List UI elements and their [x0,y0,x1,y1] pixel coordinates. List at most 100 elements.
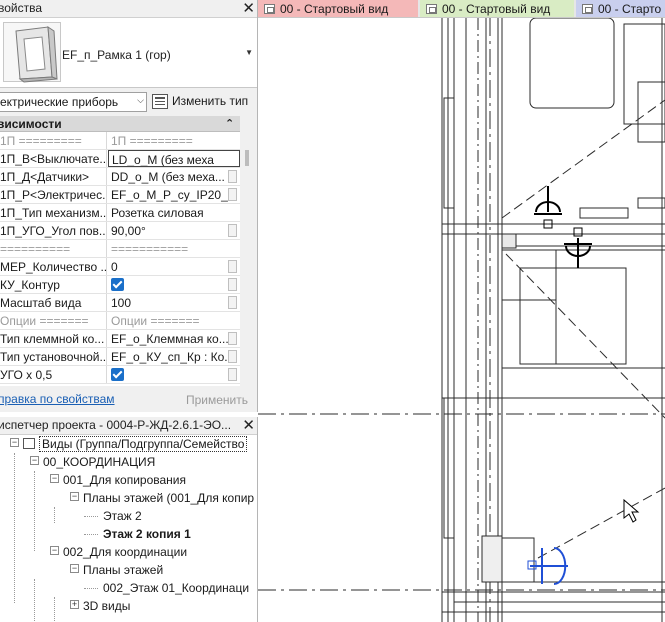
collapse-toggle-icon[interactable]: − [10,438,19,447]
collapse-toggle-icon[interactable]: − [30,456,39,465]
view-tab-label: 00 - Старто [598,2,662,16]
row-edit-button[interactable] [228,332,237,345]
edit-type-button[interactable]: Изменить тип [150,92,256,112]
property-value-text: EF_o_Клеммная ко... [111,332,229,346]
browser-title-bar: испетчер проекта - 0004-Р-ЖД-2.6.1-ЭО...… [0,417,257,435]
group-header[interactable]: висимости [0,116,240,132]
expand-toggle-icon[interactable]: + [70,600,79,609]
floor-plan-drawing [258,18,665,622]
property-value[interactable]: Опции ======= [108,312,240,329]
property-key: ========== [0,240,107,257]
property-row[interactable]: Опции ======= Опции ======= [0,312,240,330]
edit-type-icon [152,94,168,109]
view-tab[interactable]: 00 - Стартовый вид [420,0,574,17]
property-value[interactable]: 1П ========= [108,132,240,149]
property-value[interactable]: LD_o_M (без меха [108,150,240,167]
property-row[interactable]: MEP_Количество ... 0 [0,258,240,276]
collapse-toggle-icon[interactable]: − [70,492,79,501]
property-row[interactable]: 1П_УГО_Угол пов... 90,00° [0,222,240,240]
collapse-icon[interactable]: ⌃ [225,117,234,130]
property-value-text: 0 [111,260,118,274]
collapse-toggle-icon[interactable]: − [50,474,59,483]
tree-connector [84,534,98,535]
view-tab[interactable]: 00 - Стартовый вид [258,0,418,17]
property-key: 1П_Р<Электричес... [0,186,107,203]
properties-panel: войства ✕ EF_п_Рамка 1 (гор) ▼ ектрическ… [0,0,258,412]
project-browser: испетчер проекта - 0004-Р-ЖД-2.6.1-ЭО...… [0,417,258,622]
tree-node-label: Виды (Группа/Подгруппа/Семейство [39,436,248,452]
property-value[interactable]: 100 [108,294,240,311]
properties-footer: правка по свойствам Применить [0,389,257,411]
properties-scrollbar[interactable] [242,132,252,386]
filter-row: ектрические приборь ⌵ Изменить тип [0,90,257,114]
scrollbar-thumb[interactable] [245,150,249,166]
row-edit-button[interactable] [228,260,237,273]
chevron-down-icon[interactable]: ▼ [245,48,253,57]
property-row[interactable]: 1П ========= 1П ========= [0,132,240,150]
property-value[interactable]: DD_o_M (без меха... [108,168,240,185]
property-value[interactable]: 0 [108,258,240,275]
tree-node-label: 002_Для координации [63,545,188,559]
view-tabs: 00 - Стартовый вид 00 - Стартовый вид 00 -… [258,0,665,18]
property-value[interactable] [108,276,240,293]
tree-guide [34,579,35,622]
property-value-text: =========== [111,242,189,256]
tree-node-label: 3D виды [83,599,131,613]
collapse-toggle-icon[interactable]: − [70,564,79,573]
checkbox-checked-icon[interactable] [111,278,124,291]
property-key: 1П_В<Выключате... [0,150,107,167]
tree-node-label: 002_Этаж 01_Координаци [103,581,250,595]
type-selector[interactable]: EF_п_Рамка 1 (гор) ▼ [0,18,257,88]
tree-node-label: Планы этажей (001_Для копир [83,491,255,505]
row-edit-button[interactable] [228,170,237,183]
row-edit-button[interactable] [228,350,237,363]
property-value[interactable]: =========== [108,240,240,257]
properties-help-link[interactable]: правка по свойствам [0,392,115,406]
property-value[interactable]: EF_o_M_P_cy_IP20_... [108,186,240,203]
property-row[interactable]: Масштаб вида 100 [0,294,240,312]
checkbox-checked-icon[interactable] [111,368,124,381]
row-edit-button[interactable] [228,296,237,309]
property-row[interactable]: КУ_Контур [0,276,240,294]
apply-button[interactable]: Применить [182,391,252,409]
property-value[interactable] [108,366,240,383]
group-header-label: висимости [0,117,62,131]
row-edit-button[interactable] [228,224,237,237]
properties-grid: висимости 1П ========= 1П ========= 1П_В<В… [0,116,240,386]
property-value[interactable]: Розетка силовая [108,204,240,221]
property-key: 1П_Тип механизм... [0,204,107,221]
row-edit-button[interactable] [228,368,237,381]
property-key: Тип установочной... [0,348,107,365]
type-name: EF_п_Рамка 1 (гор) [62,48,171,62]
category-filter-select[interactable]: ектрические приборь ⌵ [0,92,147,112]
drawing-canvas[interactable] [258,18,665,622]
property-value[interactable]: 90,00° [108,222,240,239]
property-key: 1П_Д<Датчики> [0,168,107,185]
chevron-down-icon: ⌵ [137,95,144,105]
row-edit-button[interactable] [228,278,237,291]
property-row[interactable]: УГО х 0,5 [0,366,240,384]
property-value-text: 1П ========= [111,134,193,148]
property-value-text: EF_o_M_P_cy_IP20_... [111,188,238,202]
views-folder-icon [23,438,35,449]
property-row[interactable]: 1П_В<Выключате... LD_o_M (без меха [0,150,240,168]
property-value-text: DD_o_M (без меха... [111,170,225,184]
browser-title: испетчер проекта - 0004-Р-ЖД-2.6.1-ЭО... [0,418,232,432]
view-tab[interactable]: 00 - Старто [576,0,665,17]
collapse-toggle-icon[interactable]: − [50,546,59,555]
property-key: Масштаб вида [0,294,107,311]
property-value-text: LD_o_M (без меха [112,153,214,167]
close-icon[interactable]: ✕ [242,417,255,434]
property-value[interactable]: EF_o_Клеммная ко... [108,330,240,347]
property-row[interactable]: 1П_Р<Электричес... EF_o_M_P_cy_IP20_... [0,186,240,204]
property-value[interactable]: EF_o_КУ_сп_Кр : Ко... [108,348,240,365]
close-icon[interactable]: ✕ [242,0,255,17]
tree-node-label: 001_Для копирования [63,473,187,487]
property-key: КУ_Контур [0,276,107,293]
row-edit-button[interactable] [228,188,237,201]
property-row[interactable]: 1П_Д<Датчики> DD_o_M (без меха... [0,168,240,186]
property-row[interactable]: ========== =========== [0,240,240,258]
property-row[interactable]: Тип клеммной ко... EF_o_Клеммная ко... [0,330,240,348]
property-row[interactable]: Тип установочной... EF_o_КУ_сп_Кр : Ко... [0,348,240,366]
property-row[interactable]: 1П_Тип механизм... Розетка силовая [0,204,240,222]
